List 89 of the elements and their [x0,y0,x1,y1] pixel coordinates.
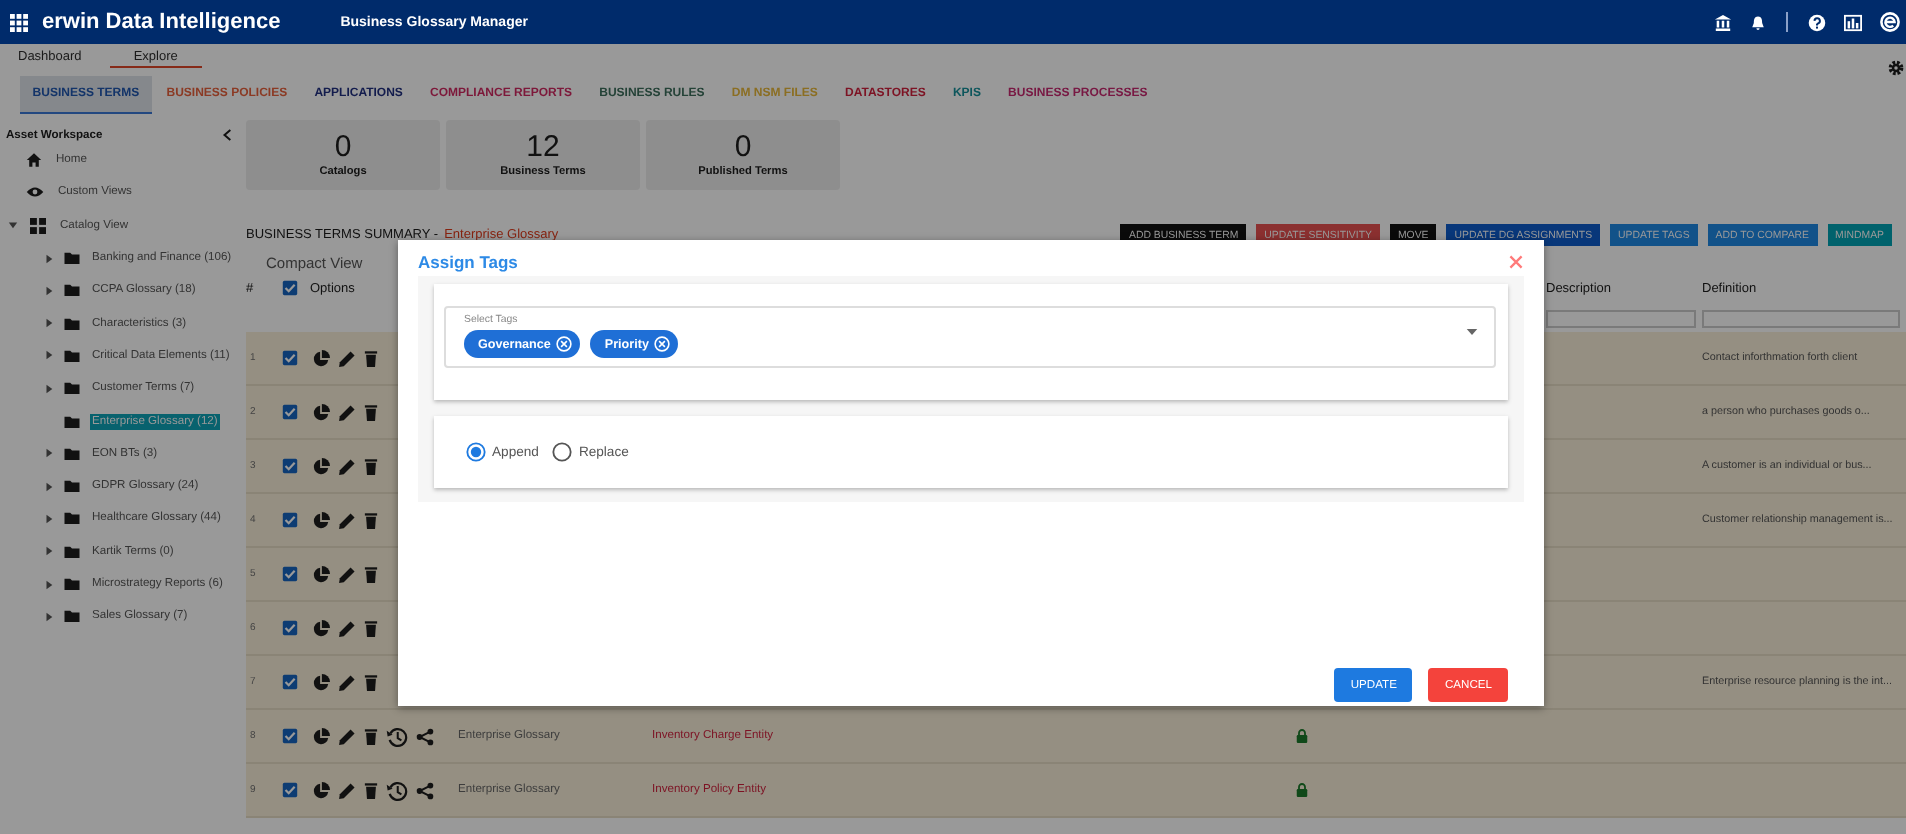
pie-chart-icon[interactable] [312,457,330,475]
folder-icon [64,578,80,590]
radio-button[interactable] [466,442,486,462]
edit-icon[interactable] [338,619,356,637]
delete-icon[interactable] [364,457,378,475]
expand-caret-icon[interactable] [44,546,54,557]
folder-icon [64,349,80,362]
checkbox[interactable] [282,674,298,690]
checkbox[interactable] [282,458,298,474]
expand-caret-icon[interactable] [44,285,54,296]
delete-icon[interactable] [364,673,378,691]
history-icon[interactable] [386,779,408,801]
share-icon[interactable] [416,781,434,799]
filter-input[interactable] [1546,309,1696,327]
dropdown-caret-icon[interactable] [1466,328,1478,336]
edit-icon[interactable] [338,457,356,475]
collapse-icon[interactable] [222,128,232,142]
expand-caret-icon[interactable] [44,513,54,524]
checkbox[interactable] [282,404,298,420]
delete-icon[interactable] [364,565,378,583]
edit-icon[interactable] [338,781,356,799]
expand-caret-icon[interactable] [44,448,54,459]
dialog-title: Assign Tags [418,252,518,272]
checkbox[interactable] [282,728,298,744]
folder-icon [64,480,80,493]
filter-input[interactable] [1702,309,1900,327]
edit-icon[interactable] [338,349,356,367]
edit-icon[interactable] [338,511,356,529]
pie-chart-icon[interactable] [312,349,330,367]
remove-tag-icon[interactable] [556,336,573,352]
folder-icon [64,317,80,330]
folder-icon [64,610,80,623]
delete-icon[interactable] [364,727,378,745]
folder-icon [64,415,80,428]
folder-icon [64,252,80,265]
checkbox[interactable] [282,782,298,798]
expand-caret-icon[interactable] [44,611,54,622]
home-icon[interactable] [26,152,42,169]
delete-icon[interactable] [364,781,378,799]
stat-value: 12 [526,132,560,162]
expand-caret-icon[interactable] [44,579,54,589]
checkbox[interactable] [282,280,298,296]
stat-value: 0 [334,132,352,162]
help-icon[interactable] [1808,13,1826,31]
pie-chart-icon[interactable] [312,781,330,799]
remove-tag-icon[interactable] [654,336,671,352]
edit-icon[interactable] [338,403,356,421]
history-icon[interactable] [386,725,408,747]
checkbox[interactable] [282,620,298,636]
eye-icon[interactable] [26,186,44,199]
settings-icon[interactable] [1888,60,1904,76]
folder-icon [64,545,80,558]
pie-chart-icon[interactable] [312,619,330,637]
profile-icon[interactable] [1880,12,1900,32]
edit-icon[interactable] [338,727,356,745]
tiles-icon[interactable] [30,217,46,234]
checkbox[interactable] [282,350,298,366]
expand-caret-icon[interactable] [44,253,54,264]
expand-caret-icon[interactable] [44,350,54,361]
pie-chart-icon[interactable] [312,565,330,583]
close-icon[interactable] [1508,254,1524,270]
expand-caret-icon[interactable] [44,481,54,492]
chart-icon[interactable] [1844,13,1862,31]
delete-icon[interactable] [364,511,378,529]
delete-icon[interactable] [364,403,378,421]
edit-icon[interactable] [338,673,356,691]
stat-value: 0 [734,132,752,162]
expand-caret-icon[interactable] [44,318,54,329]
edit-icon[interactable] [338,565,356,583]
checkbox[interactable] [282,566,298,582]
checkbox[interactable] [282,512,298,528]
expand-caret-icon[interactable] [44,383,54,394]
collapse-caret-icon[interactable] [8,220,18,231]
delete-icon[interactable] [364,349,378,367]
app-title: erwin Data Intelligence [42,10,281,34]
pie-chart-icon[interactable] [312,727,330,745]
folder-icon [64,447,80,460]
pie-chart-icon[interactable] [312,403,330,421]
app-grid-icon[interactable] [10,13,28,31]
delete-icon[interactable] [364,619,378,637]
folder-icon [64,284,80,297]
pie-chart-icon[interactable] [312,673,330,691]
share-icon[interactable] [416,727,434,745]
pie-chart-icon[interactable] [312,511,330,529]
folder-icon [64,512,80,525]
radio-button[interactable] [552,442,573,462]
folder-icon [64,382,80,395]
bell-icon[interactable] [1750,13,1766,31]
bank-icon[interactable] [1714,13,1732,31]
